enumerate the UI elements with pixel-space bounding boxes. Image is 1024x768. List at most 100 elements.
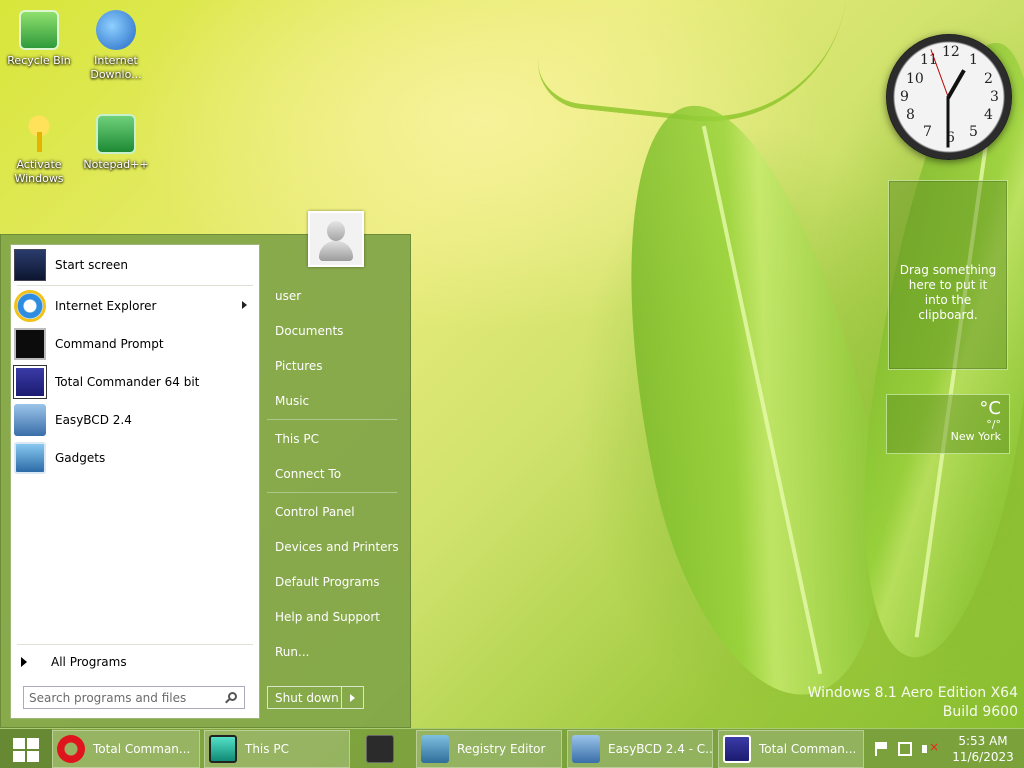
program-total-commander[interactable]: Total Commander 64 bit [11,364,259,400]
menu-item-control-panel[interactable]: Control Panel [267,497,399,527]
internet-explorer-icon [14,290,46,322]
volume-muted-icon[interactable] [922,740,939,756]
action-center-flag-icon[interactable] [875,742,889,756]
taskbar-item[interactable]: This PC [204,730,350,768]
submenu-arrow-icon [242,301,247,309]
desktop-icon-label: Internet Downlo... [90,54,142,81]
watermark-edition: Windows 8.1 Aero Edition X64 [807,685,1018,701]
menu-item-user[interactable]: user [267,281,399,311]
weather-gadget[interactable]: °C °/° New York [886,394,1010,454]
easybcd-icon [572,735,600,763]
user-avatar[interactable] [308,211,364,267]
menu-item-help-and-support[interactable]: Help and Support [267,602,399,632]
search-box[interactable] [23,686,245,709]
wallpaper-leaf [580,83,920,717]
menu-item-label: Pictures [275,359,323,373]
taskbar-item[interactable]: EasyBCD 2.4 - C... [567,730,713,768]
menu-item-pictures[interactable]: Pictures [267,351,399,381]
clock-number: 3 [990,89,999,105]
program-internet-explorer[interactable]: Internet Explorer [11,288,259,324]
desktop-icon-activate-windows[interactable]: Activate Windows [3,114,75,186]
easybcd-icon [14,404,46,436]
separator [267,419,397,420]
windows-watermark: Windows 8.1 Aero Edition X64 Build 9600 [808,684,1018,722]
start-screen-icon [14,249,46,281]
opera-icon [57,735,85,763]
notepadpp-icon [96,114,136,154]
internet-download-manager-icon [96,10,136,50]
clock-number: 5 [969,124,978,140]
taskbar-item[interactable]: Total Comman... [52,730,200,768]
taskbar-clock[interactable]: 5:53 AM 11/6/2023 [948,733,1018,765]
taskbar-item[interactable] [356,730,404,768]
total-commander-icon [723,735,751,763]
clock-minute-hand [946,97,950,148]
menu-item-label: Documents [275,324,344,338]
expand-arrow-icon [21,657,27,667]
taskbar-item-label: Total Comman... [93,742,191,756]
desktop-icon-internet-download-manager[interactable]: Internet Downlo... [80,10,152,82]
menu-item-this-pc[interactable]: This PC [267,424,399,454]
menu-item-music[interactable]: Music [267,386,399,416]
clock-number: 2 [984,71,993,87]
taskbar-item-label: Registry Editor [457,742,546,756]
search-icon[interactable] [228,692,237,701]
shutdown-label: Shut down [275,690,339,705]
clock-number: 8 [906,107,915,123]
start-button[interactable] [0,729,52,768]
menu-item-label: user [275,289,302,303]
program-label: Start screen [55,258,129,272]
key-icon [19,114,59,154]
weather-city: New York [950,430,1001,443]
weather-range: °/° [986,418,1001,431]
menu-item-label: Help and Support [275,610,380,624]
search-input[interactable] [29,690,219,705]
menu-item-default-programs[interactable]: Default Programs [267,567,399,597]
clock-number: 9 [900,89,909,105]
taskbar-item-label: This PC [245,742,289,756]
shutdown-options-button[interactable] [342,687,363,708]
menu-item-run[interactable]: Run... [267,637,399,667]
start-menu-programs-pane: Start screen Internet Explorer Command P… [10,244,260,719]
all-programs-button[interactable]: All Programs [11,647,259,677]
program-label: Total Commander 64 bit [55,375,200,389]
clock-number: 4 [984,107,993,123]
recycle-bin-icon [19,10,59,50]
program-label: Gadgets [55,451,106,465]
clock-number: 10 [906,71,924,87]
menu-item-documents[interactable]: Documents [267,316,399,346]
desktop-icon-label: Notepad++ [83,158,149,171]
program-command-prompt[interactable]: Command Prompt [11,326,259,362]
separator [267,492,397,493]
menu-item-devices-and-printers[interactable]: Devices and Printers [267,532,399,562]
taskbar-item[interactable]: Total Comman... [718,730,864,768]
menu-item-label: Devices and Printers [275,540,399,554]
separator [17,285,253,286]
taskbar-item-label: EasyBCD 2.4 - C... [608,742,713,756]
clipboard-gadget[interactable]: Drag something here to put it into the c… [888,180,1008,370]
menu-item-label: Default Programs [275,575,380,589]
taskbar: Total Comman... This PC Registry Editor … [0,728,1024,768]
menu-item-label: Control Panel [275,505,355,519]
taskbar-item[interactable]: Registry Editor [416,730,562,768]
clock-number: 1 [969,52,978,68]
clock-gadget[interactable]: 12 1 2 3 4 5 6 7 8 9 10 11 [886,34,1012,160]
menu-item-label: Run... [275,645,310,659]
all-programs-label: All Programs [51,655,127,669]
desktop-icon-recycle-bin[interactable]: Recycle Bin [3,10,75,68]
menu-item-label: Music [275,394,310,408]
clock-hour-hand [946,69,966,99]
clock-number: 12 [942,44,960,60]
monitor-icon [209,735,237,763]
shutdown-button[interactable]: Shut down [268,687,342,708]
network-icon[interactable] [898,742,912,756]
program-start-screen[interactable]: Start screen [11,247,259,283]
clock-number: 7 [923,124,932,140]
desktop-icon-notepadpp[interactable]: Notepad++ [80,114,152,172]
taskbar-time: 5:53 AM [958,734,1008,748]
menu-item-connect-to[interactable]: Connect To [267,459,399,489]
program-gadgets[interactable]: Gadgets [11,440,259,476]
separator [17,644,253,645]
watermark-build: Build 9600 [942,704,1018,720]
program-easybcd[interactable]: EasyBCD 2.4 [11,402,259,438]
